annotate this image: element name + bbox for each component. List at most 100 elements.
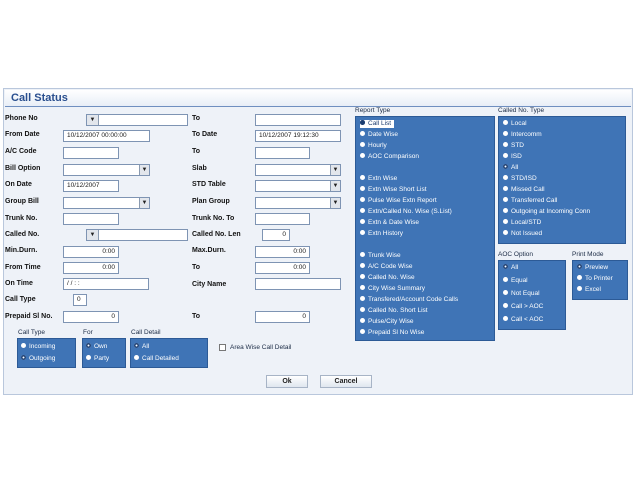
print-mode-option[interactable]: Excel (577, 285, 601, 294)
call-type-group-title: Call Type (18, 329, 45, 336)
called-no-dropdown-icon[interactable]: ▼ (87, 230, 99, 240)
ok-button[interactable]: Ok (266, 375, 308, 388)
aoc-option-option[interactable]: Equal (503, 276, 528, 285)
for-own-radio[interactable]: Own (86, 342, 107, 351)
to-date-label: To Date (192, 131, 218, 138)
called-no-type-option[interactable]: Not Issued (503, 229, 542, 238)
radio-icon (360, 174, 365, 180)
call-type-incoming-radio[interactable]: Incoming (21, 342, 55, 351)
ac-code-input[interactable] (63, 147, 119, 159)
on-date-input[interactable]: 10/12/2007 (63, 180, 119, 192)
plan-group-select[interactable] (255, 197, 341, 209)
max-durn-input[interactable]: 0:00 (255, 246, 310, 258)
report-type-option[interactable]: AOC Comparison (360, 152, 419, 161)
plan-group-dropdown-icon[interactable]: ▼ (330, 198, 340, 208)
std-table-label: STD Table (192, 181, 226, 188)
called-no-type-option[interactable]: Local (503, 119, 527, 128)
city-name-label: City Name (192, 281, 227, 288)
report-type-option[interactable]: City Wise Summary (360, 284, 425, 293)
called-no-input[interactable]: ▼ (86, 229, 188, 241)
phone-no-to-input[interactable] (255, 114, 341, 126)
radio-icon (86, 354, 91, 360)
called-no-type-option[interactable]: Transferred Call (503, 196, 557, 205)
slab-select[interactable] (255, 164, 341, 176)
from-time-input[interactable]: 0:00 (63, 262, 119, 274)
call-detail-group: All Call Detailed (130, 338, 208, 368)
called-no-type-option[interactable]: Outgoing at Incoming Conn (503, 207, 590, 216)
called-no-type-option[interactable]: STD/ISD (503, 174, 537, 183)
from-date-input[interactable]: 10/12/2007 00:00:00 (63, 130, 150, 142)
max-durn-label: Max.Durn. (192, 247, 226, 254)
print-mode-option[interactable]: To Printer (577, 274, 613, 283)
aoc-option-panel: All Equal Not Equal Call > AOC Call < AOC (498, 260, 566, 330)
trunk-no-to-input[interactable] (255, 213, 310, 225)
plan-group-label: Plan Group (192, 198, 230, 205)
report-type-option[interactable]: Pulse/City Wise (360, 317, 414, 326)
area-wise-checkbox[interactable] (219, 344, 226, 351)
radio-icon (503, 174, 508, 180)
trunk-no-input[interactable] (63, 213, 119, 225)
to-time-input[interactable]: 0:00 (255, 262, 310, 274)
bill-option-dropdown-icon[interactable]: ▼ (139, 165, 149, 175)
cancel-button[interactable]: Cancel (320, 375, 372, 388)
aoc-option-option[interactable]: All (503, 263, 518, 272)
group-bill-select[interactable] (63, 197, 150, 209)
radio-icon (503, 141, 508, 147)
phone-no-dropdown-icon[interactable]: ▼ (87, 115, 99, 125)
call-type-outgoing-radio[interactable]: Outgoing (21, 354, 55, 363)
on-time-input[interactable]: / / : : (63, 278, 149, 290)
for-party-radio[interactable]: Party (86, 354, 109, 363)
city-name-input[interactable] (255, 278, 341, 290)
group-bill-dropdown-icon[interactable]: ▼ (139, 198, 149, 208)
report-type-option[interactable]: Call List (360, 119, 395, 128)
report-type-option[interactable]: Date Wise (360, 130, 398, 139)
radio-icon (360, 185, 365, 191)
report-type-option[interactable]: Extn & Date Wise (360, 218, 419, 227)
bill-option-select[interactable] (63, 164, 150, 176)
prepaid-sl-no-input[interactable]: 0 (63, 311, 119, 323)
report-type-option[interactable]: A/C Code Wise (360, 262, 412, 271)
to-date-input[interactable]: 10/12/2007 19:12:30 (255, 130, 341, 142)
report-type-option[interactable]: Hourly (360, 141, 387, 150)
called-no-len-input[interactable]: 0 (262, 229, 290, 241)
called-no-type-option[interactable]: ISD (503, 152, 522, 161)
slab-dropdown-icon[interactable]: ▼ (330, 165, 340, 175)
report-type-option[interactable]: Extn History (360, 229, 403, 238)
report-type-option[interactable]: Extn Wise (360, 174, 397, 183)
report-type-option[interactable]: Extn/Called No. Wise (S.List) (360, 207, 452, 216)
prepaid-to-input[interactable]: 0 (255, 311, 310, 323)
report-type-option[interactable]: Trunk Wise (360, 251, 401, 260)
std-table-dropdown-icon[interactable]: ▼ (330, 181, 340, 191)
print-mode-option[interactable]: Preview (577, 263, 608, 272)
for-group: Own Party (82, 338, 126, 368)
min-durn-input[interactable]: 0:00 (63, 246, 119, 258)
call-type-input[interactable]: 0 (73, 294, 87, 306)
report-type-option[interactable]: Prepaid Sl No Wise (360, 328, 424, 337)
radio-icon (360, 207, 365, 213)
report-type-option[interactable]: Transfered/Account Code Calls (360, 295, 458, 304)
aoc-option-option[interactable]: Not Equal (503, 289, 540, 298)
called-no-type-option[interactable]: All (503, 163, 518, 172)
radio-icon (360, 273, 365, 279)
aoc-option-title: AOC Option (498, 251, 534, 258)
called-no-type-option[interactable]: Local/STD (503, 218, 541, 227)
call-detail-all-radio[interactable]: All (134, 342, 149, 351)
ac-code-to-input[interactable] (255, 147, 310, 159)
aoc-option-option[interactable]: Call > AOC (503, 302, 543, 311)
radio-selected-icon (503, 163, 508, 169)
std-table-select[interactable] (255, 180, 341, 192)
called-no-type-option[interactable]: Intercomm (503, 130, 542, 139)
call-detail-detailed-radio[interactable]: Call Detailed (134, 354, 179, 363)
aoc-option-option[interactable]: Call < AOC (503, 315, 543, 324)
radio-selected-icon (360, 119, 365, 125)
called-no-len-label: Called No. Len (192, 231, 241, 238)
called-no-type-option[interactable]: Missed Call (503, 185, 545, 194)
radio-icon (503, 302, 508, 308)
report-type-option[interactable]: Extn Wise Short List (360, 185, 427, 194)
report-type-option[interactable]: Called No. Short List (360, 306, 428, 315)
phone-no-input[interactable]: ▼ (86, 114, 188, 126)
called-no-type-option[interactable]: STD (503, 141, 524, 150)
on-date-label: On Date (5, 181, 32, 188)
report-type-option[interactable]: Pulse Wise Extn Report (360, 196, 437, 205)
report-type-option[interactable]: Called No. Wise (360, 273, 415, 282)
